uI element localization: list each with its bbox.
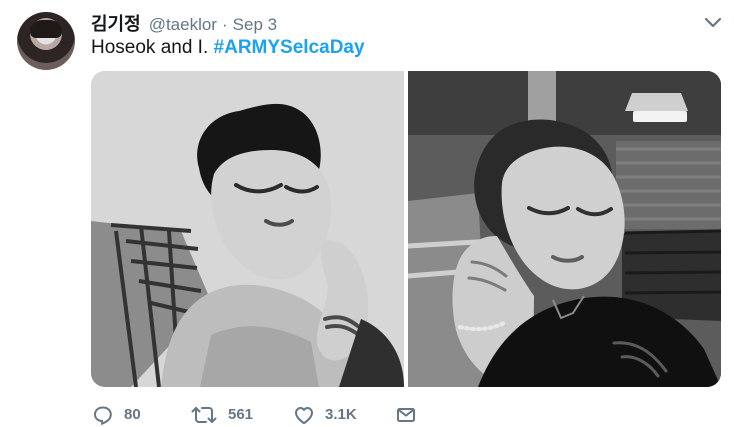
tweet-date[interactable]: Sep 3 <box>233 15 277 35</box>
like-count: 3.1K <box>325 406 357 423</box>
tweet: 김기정 @taeklor · Sep 3 Hoseok and I. #ARMY… <box>0 0 734 426</box>
tweet-header: 김기정 @taeklor · Sep 3 <box>91 10 277 34</box>
user-handle[interactable]: @taeklor <box>149 15 217 35</box>
retweet-button[interactable]: 561 <box>190 403 253 427</box>
reply-button[interactable]: 80 <box>92 403 141 427</box>
media-grid <box>91 71 721 387</box>
reply-icon <box>93 406 112 426</box>
like-button[interactable]: 3.1K <box>293 403 357 427</box>
direct-message-button[interactable] <box>395 403 417 427</box>
retweet-count: 561 <box>228 406 254 423</box>
chevron-down-icon[interactable] <box>704 14 722 32</box>
tweet-text: Hoseok and I. #ARMYSelcaDay <box>91 37 365 59</box>
separator-dot: · <box>221 15 228 34</box>
tweet-body: Hoseok and I. <box>91 37 214 58</box>
avatar[interactable] <box>17 12 75 70</box>
heart-icon <box>295 407 313 424</box>
tweet-actions: 80 561 3.1K <box>92 403 432 427</box>
hashtag-link[interactable]: #ARMYSelcaDay <box>214 37 365 58</box>
reply-count: 80 <box>124 406 141 423</box>
photo-right[interactable] <box>408 71 721 387</box>
mail-icon <box>397 408 415 422</box>
retweet-icon <box>191 407 217 423</box>
display-name[interactable]: 김기정 <box>91 10 141 36</box>
photo-left[interactable] <box>91 71 404 387</box>
